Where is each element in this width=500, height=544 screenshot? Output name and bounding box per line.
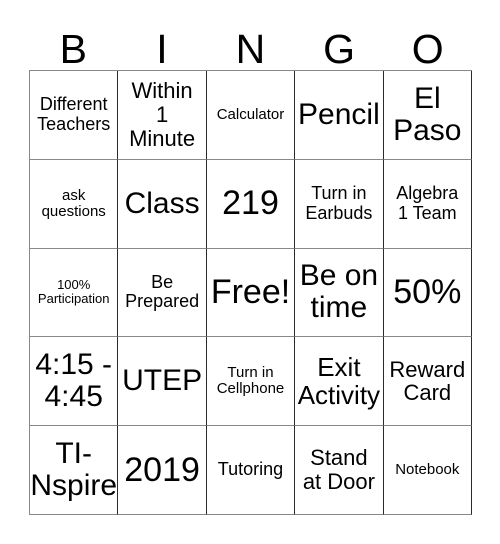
bingo-cell-i4[interactable]: UTEP xyxy=(118,337,207,427)
bingo-cell-n1[interactable]: Calculator xyxy=(206,71,296,160)
bingo-cell-label: Exit Activity xyxy=(297,352,381,411)
bingo-cell-g3[interactable]: Be on time xyxy=(295,248,384,338)
bingo-cell-n2[interactable]: 219 xyxy=(206,159,296,249)
bingo-cell-label: Be on time xyxy=(299,259,379,325)
bingo-cell-b3[interactable]: 100% Participation xyxy=(30,248,119,338)
bingo-cell-label: Free! xyxy=(210,273,291,312)
bingo-cell-label: 50% xyxy=(393,273,462,312)
bingo-cell-label: Stand at Door xyxy=(302,445,375,495)
bingo-cell-i2[interactable]: Class xyxy=(118,159,207,249)
bingo-cell-b2[interactable]: ask questions xyxy=(30,159,119,249)
bingo-cell-n4[interactable]: Turn in Cellphone xyxy=(206,337,296,427)
bingo-cell-label: El Paso xyxy=(393,81,462,147)
bingo-cell-g4[interactable]: Exit Activity xyxy=(295,337,384,427)
bingo-cell-o4[interactable]: Reward Card xyxy=(383,337,472,427)
bingo-cell-label: Tutoring xyxy=(217,459,284,480)
bingo-cell-label: Pencil xyxy=(298,97,380,131)
bingo-cell-label: 2019 xyxy=(124,450,200,489)
bingo-cell-i5[interactable]: 2019 xyxy=(118,426,207,515)
bingo-cell-b4[interactable]: 4:15 - 4:45 xyxy=(30,337,119,427)
bingo-cell-label: 219 xyxy=(222,184,279,223)
bingo-cell-g5[interactable]: Stand at Door xyxy=(295,426,384,515)
bingo-cell-label: Notebook xyxy=(395,461,460,478)
bingo-cell-g2[interactable]: Turn in Earbuds xyxy=(295,159,384,249)
bingo-header-letter-o: O xyxy=(411,26,444,72)
bingo-cell-label: Within 1 Minute xyxy=(129,78,196,151)
bingo-grid: Different Teachers Within 1 Minute Calcu… xyxy=(29,70,472,515)
bingo-header-letter-i: I xyxy=(156,26,168,72)
bingo-cell-label: Calculator xyxy=(216,105,285,123)
bingo-header-letter-g: G xyxy=(323,26,356,72)
bingo-cell-i1[interactable]: Within 1 Minute xyxy=(118,71,207,160)
bingo-cell-b5[interactable]: TI- Nspire xyxy=(30,426,119,515)
bingo-header-letter-b: B xyxy=(59,26,87,72)
bingo-cell-g1[interactable]: Pencil xyxy=(295,71,384,160)
bingo-cell-label: Turn in Cellphone xyxy=(216,364,285,398)
bingo-cell-label: Be Prepared xyxy=(125,272,200,312)
bingo-cell-o3[interactable]: 50% xyxy=(383,248,472,338)
bingo-cell-label: Turn in Earbuds xyxy=(305,183,373,223)
bingo-cell-label: 4:15 - 4:45 xyxy=(35,347,113,414)
bingo-header: B I N G O xyxy=(29,14,472,70)
bingo-cell-label: Class xyxy=(124,186,200,220)
bingo-cell-i3[interactable]: Be Prepared xyxy=(118,248,207,338)
bingo-cell-label: Algebra 1 Team xyxy=(396,183,459,223)
bingo-header-letter-n: N xyxy=(235,26,266,72)
bingo-cell-label: 100% Participation xyxy=(37,277,110,307)
bingo-cell-b1[interactable]: Different Teachers xyxy=(30,71,119,160)
bingo-card: B I N G O Different Teachers Within 1 Mi… xyxy=(0,0,500,544)
bingo-cell-o5[interactable]: Notebook xyxy=(383,426,472,515)
bingo-cell-n5[interactable]: Tutoring xyxy=(206,426,296,515)
bingo-cell-label: ask questions xyxy=(41,186,106,220)
bingo-cell-free-space[interactable]: Free! xyxy=(206,248,296,338)
bingo-cell-label: Different Teachers xyxy=(37,94,111,134)
bingo-cell-label: UTEP xyxy=(122,364,203,398)
bingo-cell-o2[interactable]: Algebra 1 Team xyxy=(383,159,472,249)
bingo-cell-label: Reward Card xyxy=(389,356,466,406)
bingo-cell-o1[interactable]: El Paso xyxy=(383,71,472,160)
bingo-cell-label: TI- Nspire xyxy=(30,436,118,503)
